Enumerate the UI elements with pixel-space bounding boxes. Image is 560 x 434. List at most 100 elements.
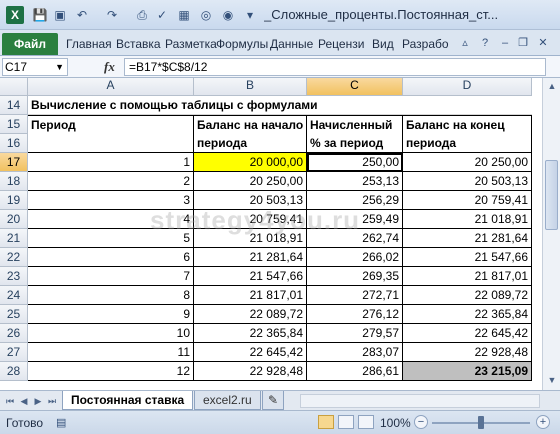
- period-cell[interactable]: 9: [28, 305, 194, 324]
- start-balance-cell[interactable]: 20 759,41: [194, 210, 307, 229]
- end-balance-cell[interactable]: 20 250,00: [403, 153, 532, 172]
- interest-cell[interactable]: 250,00: [307, 153, 403, 172]
- insert-function-button[interactable]: fx: [104, 59, 115, 75]
- start-balance-cell[interactable]: 22 645,42: [194, 343, 307, 362]
- interest-cell[interactable]: 262,74: [307, 229, 403, 248]
- row-header[interactable]: 25: [0, 305, 28, 324]
- name-box[interactable]: C17 ▼: [2, 58, 68, 76]
- last-sheet-icon[interactable]: ⏭: [46, 394, 58, 408]
- tab-data[interactable]: Данные: [270, 37, 313, 51]
- row-header[interactable]: 18: [0, 172, 28, 191]
- zoom-in-icon[interactable]: +: [536, 415, 550, 429]
- period-cell[interactable]: 6: [28, 248, 194, 267]
- table-title[interactable]: Вычисление с помощью таблицы с формулами: [28, 96, 532, 115]
- period-cell[interactable]: 7: [28, 267, 194, 286]
- next-sheet-icon[interactable]: ▶: [32, 394, 44, 408]
- vertical-scrollbar[interactable]: ▲ ▼: [542, 78, 560, 390]
- end-balance-cell[interactable]: 21 547,66: [403, 248, 532, 267]
- normal-view-button[interactable]: [318, 415, 334, 429]
- tab-home[interactable]: Главная: [66, 37, 112, 51]
- end-balance-cell[interactable]: 22 928,48: [403, 343, 532, 362]
- start-balance-cell[interactable]: 22 365,84: [194, 324, 307, 343]
- tab-view[interactable]: Вид: [372, 37, 394, 51]
- undo-icon[interactable]: ↶: [74, 7, 90, 23]
- end-balance-cell[interactable]: 22 365,84: [403, 305, 532, 324]
- row-header[interactable]: 28: [0, 362, 28, 381]
- interest-cell[interactable]: 272,71: [307, 286, 403, 305]
- period-cell[interactable]: 10: [28, 324, 194, 343]
- column-header-b[interactable]: B: [194, 78, 307, 96]
- sheet-tab-active[interactable]: Постоянная ставка: [62, 391, 194, 410]
- period-cell[interactable]: 3: [28, 191, 194, 210]
- end-balance-cell[interactable]: 23 215,09: [403, 362, 532, 381]
- row-header[interactable]: 24: [0, 286, 28, 305]
- tab-formulas[interactable]: Формулы: [216, 37, 268, 51]
- print-preview-icon[interactable]: ⎙: [134, 7, 150, 23]
- restore-icon[interactable]: ❐: [516, 36, 530, 50]
- page-layout-view-button[interactable]: [338, 415, 354, 429]
- zoom-level[interactable]: 100%: [380, 416, 411, 430]
- start-balance-cell[interactable]: 21 547,66: [194, 267, 307, 286]
- start-balance-cell[interactable]: 21 018,91: [194, 229, 307, 248]
- row-header[interactable]: 17: [0, 153, 28, 172]
- interest-cell[interactable]: 259,49: [307, 210, 403, 229]
- vertical-scroll-thumb[interactable]: [545, 160, 558, 230]
- first-sheet-icon[interactable]: ⏮: [4, 394, 16, 408]
- end-balance-cell[interactable]: 22 645,42: [403, 324, 532, 343]
- tab-review[interactable]: Рецензи: [318, 37, 364, 51]
- row-header[interactable]: 14: [0, 96, 28, 115]
- customize-toolbar-icon[interactable]: ▾: [242, 7, 258, 23]
- start-balance-cell[interactable]: 20 250,00: [194, 172, 307, 191]
- row-header[interactable]: 20: [0, 210, 28, 229]
- select-all-corner[interactable]: [0, 78, 28, 96]
- period-cell[interactable]: 5: [28, 229, 194, 248]
- zoom-out-icon[interactable]: −: [414, 415, 428, 429]
- start-balance-cell[interactable]: 22 928,48: [194, 362, 307, 381]
- row-header[interactable]: 27: [0, 343, 28, 362]
- period-cell[interactable]: 12: [28, 362, 194, 381]
- column-header-c[interactable]: C: [307, 78, 403, 96]
- save-icon[interactable]: 💾: [32, 7, 48, 23]
- close-icon[interactable]: ✕: [536, 36, 550, 50]
- chevron-down-icon[interactable]: ▼: [55, 59, 64, 75]
- zoom-slider-thumb[interactable]: [478, 416, 484, 429]
- end-balance-cell[interactable]: 21 817,01: [403, 267, 532, 286]
- row-header[interactable]: 23: [0, 267, 28, 286]
- row-header[interactable]: 26: [0, 324, 28, 343]
- filter-icon[interactable]: ◉: [220, 7, 236, 23]
- header-end-balance[interactable]: Баланс на конец периода: [403, 115, 532, 153]
- interest-cell[interactable]: 253,13: [307, 172, 403, 191]
- period-cell[interactable]: 11: [28, 343, 194, 362]
- quick-access-icon[interactable]: ▣: [52, 7, 68, 23]
- minimize-icon[interactable]: –: [498, 36, 512, 50]
- header-period[interactable]: Период: [28, 115, 194, 153]
- tab-insert[interactable]: Вставка: [116, 37, 161, 51]
- interest-cell[interactable]: 276,12: [307, 305, 403, 324]
- macro-record-icon[interactable]: ▤: [56, 416, 66, 429]
- end-balance-cell[interactable]: 20 759,41: [403, 191, 532, 210]
- tab-developer[interactable]: Разрабо: [402, 37, 449, 51]
- end-balance-cell[interactable]: 21 281,64: [403, 229, 532, 248]
- end-balance-cell[interactable]: 21 018,91: [403, 210, 532, 229]
- header-interest[interactable]: Начисленный % за период: [307, 115, 403, 153]
- scroll-down-icon[interactable]: ▼: [544, 372, 560, 388]
- help-icon[interactable]: ?: [478, 36, 492, 50]
- interest-cell[interactable]: 279,57: [307, 324, 403, 343]
- redo-icon[interactable]: ↷: [104, 7, 120, 23]
- scroll-up-icon[interactable]: ▲: [544, 78, 560, 94]
- period-cell[interactable]: 1: [28, 153, 194, 172]
- period-cell[interactable]: 2: [28, 172, 194, 191]
- tab-page-layout[interactable]: Разметка: [165, 37, 217, 51]
- header-start-balance[interactable]: Баланс на начало периода: [194, 115, 307, 153]
- page-break-view-button[interactable]: [358, 415, 374, 429]
- interest-cell[interactable]: 269,35: [307, 267, 403, 286]
- row-header[interactable]: 22: [0, 248, 28, 267]
- tab-file[interactable]: Файл: [2, 33, 58, 55]
- start-balance-cell[interactable]: 20 503,13: [194, 191, 307, 210]
- chart-icon[interactable]: ▦: [176, 7, 192, 23]
- interest-cell[interactable]: 283,07: [307, 343, 403, 362]
- row-header[interactable]: 19: [0, 191, 28, 210]
- interest-cell[interactable]: 266,02: [307, 248, 403, 267]
- sort-icon[interactable]: ◎: [198, 7, 214, 23]
- collapse-ribbon-icon[interactable]: ▵: [458, 36, 472, 50]
